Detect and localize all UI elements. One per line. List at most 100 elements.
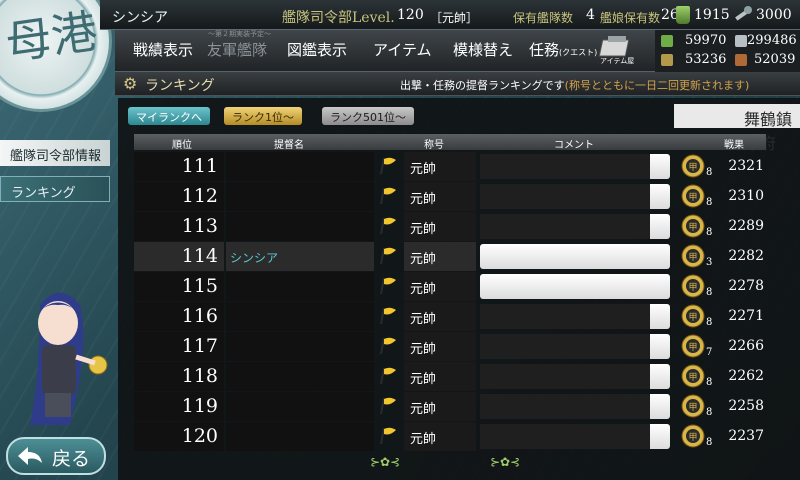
score-value: 2278	[728, 278, 764, 294]
comment-field	[480, 304, 670, 329]
medal-icon: 甲	[681, 244, 705, 268]
comment-field	[480, 274, 670, 299]
rank-number: 111	[134, 152, 224, 181]
flag-icon	[380, 217, 396, 235]
fuel-value: 59970	[685, 33, 727, 48]
repair-bucket-count: 1915	[694, 7, 730, 23]
back-label: 戻る	[52, 448, 91, 470]
comment-field	[480, 394, 670, 419]
flag-icon	[380, 427, 396, 445]
flag-icon	[380, 277, 396, 295]
comment-field	[480, 214, 670, 239]
table-row[interactable]: 116 元帥 甲 8 2271	[134, 302, 766, 331]
comment-field	[480, 364, 670, 389]
comment-redacted	[480, 184, 650, 209]
flag-icon	[380, 187, 396, 205]
rank-title-cell: 元帥	[404, 152, 476, 181]
flag-icon	[380, 337, 396, 355]
col-rank: 順位	[172, 140, 192, 151]
medal-count: 8	[706, 437, 713, 448]
tab-rank-1[interactable]: ランク1位～	[224, 107, 302, 125]
medal-count: 8	[706, 287, 713, 298]
tab-my-rank[interactable]: マイランクへ	[128, 107, 210, 125]
back-button[interactable]: 戻る	[6, 437, 106, 475]
medal-count: 3	[706, 257, 713, 268]
admiral-name: シンシア	[226, 242, 374, 271]
menu-items[interactable]: アイテム	[373, 39, 432, 60]
comment-redacted	[480, 424, 650, 449]
table-row[interactable]: 119 元帥 甲 8 2258	[134, 392, 766, 421]
ranking-header: ⚙ ランキング 出撃・任務の提督ランキングです(称号とともに一日二回更新されます…	[115, 72, 800, 96]
flag-icon	[380, 367, 396, 385]
rank-title-cell: 元帥	[404, 212, 476, 241]
fleets-count: 4	[586, 7, 595, 23]
rank-number: 120	[134, 422, 224, 451]
rank-title-cell: 元帥	[404, 422, 476, 451]
comment-field	[480, 184, 670, 209]
medal-count: 8	[706, 317, 713, 328]
prev-page-icon[interactable]: ⊱✿⊰	[370, 455, 400, 469]
medal-count: 8	[706, 227, 713, 238]
score-value: 2271	[728, 308, 764, 324]
rank-title-cell: 元帥	[404, 392, 476, 421]
sidebar-item-ranking[interactable]: ランキング	[0, 176, 110, 202]
medal-icon: 甲	[681, 304, 705, 328]
svg-text:甲: 甲	[688, 432, 697, 443]
comment-redacted	[480, 304, 650, 329]
medal-count: 8	[706, 167, 713, 178]
table-row[interactable]: 113 元帥 甲 8 2289	[134, 212, 766, 241]
menu-library[interactable]: 図鑑表示	[287, 39, 347, 60]
back-arrow-icon	[18, 447, 42, 465]
medal-icon: 甲	[681, 274, 705, 298]
svg-text:甲: 甲	[688, 162, 697, 173]
table-row[interactable]: 111 元帥 甲 8 2321	[134, 152, 766, 181]
ranking-desc-note: (称号とともに一日二回更新されます)	[564, 79, 750, 92]
comment-redacted	[480, 364, 650, 389]
svg-text:甲: 甲	[688, 192, 697, 203]
sidebar-item-label: ランキング	[11, 186, 76, 201]
menu-furniture[interactable]: 模様替え	[453, 39, 513, 60]
gear-icon: ⚙	[123, 74, 138, 93]
medal-icon: 甲	[681, 364, 705, 388]
col-score: 戦果	[724, 140, 744, 151]
score-value: 2282	[728, 248, 764, 264]
medal-icon: 甲	[681, 184, 705, 208]
bauxite-icon	[735, 54, 747, 66]
admiral-name	[226, 362, 374, 391]
admiral-name	[226, 212, 374, 241]
table-row[interactable]: 118 元帥 甲 8 2262	[134, 362, 766, 391]
table-row[interactable]: 117 元帥 甲 7 2266	[134, 332, 766, 361]
menu-quests[interactable]: 任務(クエスト)	[529, 39, 597, 60]
admiral-name	[226, 152, 374, 181]
menu-record[interactable]: 戦績表示	[133, 39, 193, 60]
friend-fleet-coming-soon: ～第２期実装予定～	[208, 30, 271, 38]
col-title: 称号	[424, 140, 444, 151]
table-row[interactable]: 115 元帥 甲 8 2278	[134, 272, 766, 301]
comment-field	[480, 244, 670, 269]
table-row[interactable]: 114 シンシア 元帥 甲 3 2282	[134, 242, 766, 271]
bauxite-value: 52039	[754, 52, 796, 67]
hq-level-label: 艦隊司令部Level.	[282, 10, 395, 26]
item-shop-label: アイテム屋	[600, 57, 635, 65]
svg-text:甲: 甲	[688, 372, 697, 383]
improvement-material-count: 3000	[756, 7, 792, 23]
tab-rank-501[interactable]: ランク501位～	[322, 107, 414, 125]
comment-redacted	[480, 154, 650, 179]
score-value: 2289	[728, 218, 764, 234]
player-name: シンシア	[112, 10, 168, 26]
steel-icon	[735, 35, 747, 47]
menu-friend-fleet: 友軍艦隊	[207, 41, 268, 59]
table-row[interactable]: 112 元帥 甲 8 2310	[134, 182, 766, 211]
admiral-name	[226, 422, 374, 451]
flag-icon	[380, 307, 396, 325]
fleets-label: 保有艦隊数	[513, 11, 574, 25]
sidebar-item-hq-info[interactable]: 艦隊司令部情報	[0, 140, 110, 166]
sidebar-item-label: 艦隊司令部情報	[10, 149, 102, 164]
score-value: 2321	[728, 158, 764, 174]
steel-value: 299486	[747, 33, 797, 48]
next-page-icon[interactable]: ⊱✿⊰	[490, 455, 520, 469]
resources-panel: 59970 299486 53236 52039	[655, 30, 800, 72]
table-row[interactable]: 120 元帥 甲 8 2237	[134, 422, 766, 451]
score-value: 2310	[728, 188, 764, 204]
medal-icon: 甲	[681, 334, 705, 358]
